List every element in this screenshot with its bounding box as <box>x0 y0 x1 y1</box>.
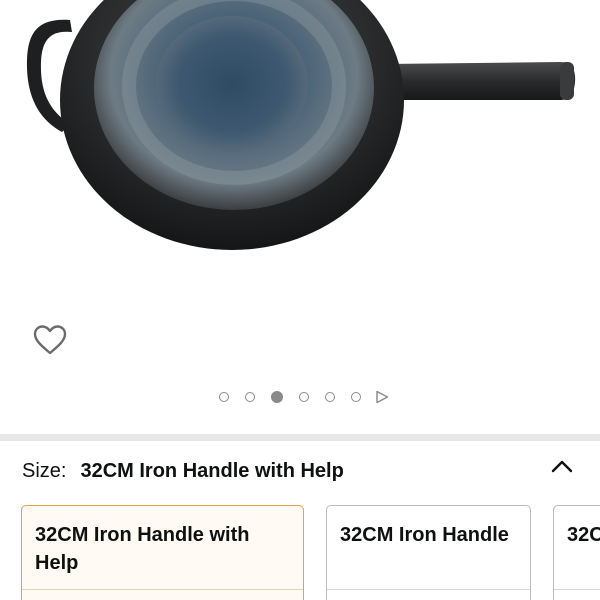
option-divider <box>554 589 600 590</box>
section-divider <box>0 434 600 441</box>
size-option-selected[interactable]: 32CM Iron Handle with Help <box>21 505 304 600</box>
heart-outline-icon <box>33 325 67 355</box>
play-triangle-icon[interactable] <box>375 390 389 404</box>
carousel-dot[interactable] <box>245 392 255 402</box>
carousel-dot[interactable] <box>219 392 229 402</box>
collapse-size-button[interactable] <box>548 452 576 480</box>
product-page: Size: 32CM Iron Handle with Help 32CM Ir… <box>0 0 600 600</box>
size-label: Size: <box>22 459 67 482</box>
size-option-label: 32CM Iron Handle <box>340 524 509 546</box>
option-divider <box>22 589 303 590</box>
carousel-dot-active[interactable] <box>271 391 283 403</box>
size-header: Size: 32CM Iron Handle with Help <box>22 458 344 484</box>
size-options: 32CM Iron Handle with Help 32CM Iron Han… <box>21 505 600 600</box>
wishlist-button[interactable] <box>30 320 70 360</box>
carousel-dot[interactable] <box>299 392 309 402</box>
carousel-dot[interactable] <box>325 392 335 402</box>
product-image-area[interactable] <box>0 0 600 434</box>
chevron-up-icon <box>551 460 573 473</box>
size-option-label: 32C <box>567 524 600 546</box>
size-option[interactable]: 32C <box>553 505 600 600</box>
option-divider <box>327 589 530 590</box>
image-carousel-indicator <box>0 388 600 406</box>
selected-size-value: 32CM Iron Handle with Help <box>80 459 344 482</box>
size-option-label: 32CM Iron Handle with Help <box>35 524 250 574</box>
product-image[interactable] <box>0 0 600 300</box>
carousel-dot[interactable] <box>351 392 361 402</box>
size-option[interactable]: 32CM Iron Handle <box>326 505 531 600</box>
